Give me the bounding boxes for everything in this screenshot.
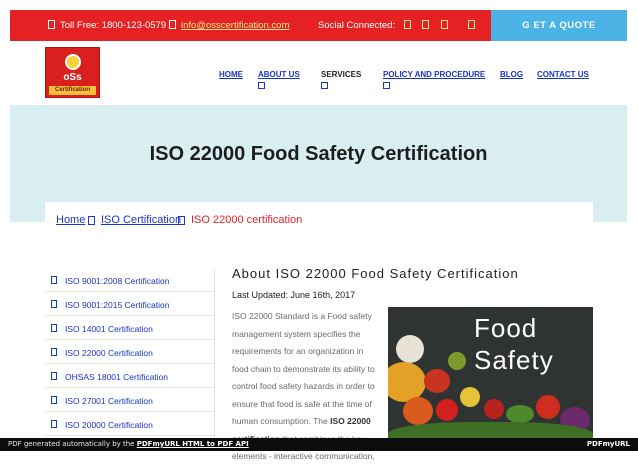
breadcrumb-separator-icon xyxy=(178,216,185,225)
last-updated: Last Updated: June 16th, 2017 xyxy=(232,290,356,300)
sidebar-item[interactable]: ISO 14001 Certification xyxy=(45,316,215,340)
image-word-safety: Safety xyxy=(474,345,554,375)
paragraph-line: management system specifies the xyxy=(232,328,361,339)
nav-blog[interactable]: BLOG xyxy=(500,70,523,79)
page-title: ISO 22000 Food Safety Certification xyxy=(149,143,488,165)
lemon-icon xyxy=(460,387,480,407)
food-safety-image: Food Safety xyxy=(388,307,593,442)
sidebar-item[interactable]: ISO 27001 Certification xyxy=(45,388,215,412)
paragraph-line: food chain to demonstrate its ability to xyxy=(232,363,375,374)
dropdown-icon xyxy=(258,82,265,89)
nav-home-label: HOME xyxy=(219,70,243,79)
logo-tagline: Certification xyxy=(49,86,96,95)
image-word-food: Food xyxy=(474,313,538,343)
paragraph-line: ensure that food is safe at the time of xyxy=(232,398,372,409)
sidebar-menu: ISO 9001:2008 Certification ISO 9001:201… xyxy=(45,268,215,438)
pepper-icon xyxy=(388,362,426,402)
social-label: Social Connected: xyxy=(318,20,396,31)
phone-icon xyxy=(48,20,55,29)
logo-name: oSs xyxy=(63,72,82,83)
breadcrumb-separator-icon xyxy=(88,216,95,225)
bullet-icon xyxy=(51,396,57,404)
sidebar-item[interactable]: ISO 22000 Certification xyxy=(45,340,215,364)
breadcrumb-home[interactable]: Home xyxy=(56,214,85,226)
main-content: About ISO 22000 Food Safety Certificatio… xyxy=(232,266,592,461)
nav-policy[interactable]: POLICY AND PROCEDURE xyxy=(383,70,485,89)
sidebar-item-label: ISO 20000 Certification xyxy=(65,420,153,430)
nav-services-label: SERVICES xyxy=(321,70,362,79)
breadcrumb-iso-certification[interactable]: ISO Certification xyxy=(101,214,181,226)
breadcrumb: Home ISO Certification ISO 22000 certifi… xyxy=(45,202,593,238)
paragraph-line: human consumption. The ISO 22000 xyxy=(232,413,382,431)
section-heading: About ISO 22000 Food Safety Certificatio… xyxy=(232,266,519,281)
footer-link[interactable]: PDFmyURL HTML to PDF API xyxy=(137,440,249,448)
sidebar-item-label: ISO 9001:2015 Certification xyxy=(65,300,170,310)
bullet-icon xyxy=(51,420,57,428)
nav-policy-label: POLICY AND PROCEDURE xyxy=(383,70,486,79)
google-plus-icon[interactable] xyxy=(441,20,448,29)
sidebar-item-label: ISO 9001:2008 Certification xyxy=(65,276,170,286)
bullet-icon xyxy=(51,300,57,308)
dropdown-icon xyxy=(321,82,328,89)
nav-contact-label: CONTACT US xyxy=(537,70,589,79)
bullet-icon xyxy=(51,372,57,380)
email-info[interactable]: info@osscertification.com xyxy=(169,20,289,31)
facebook-icon[interactable] xyxy=(404,20,411,29)
phone-text: Toll Free: 1800-123-0579 xyxy=(60,20,167,31)
tomato-icon xyxy=(436,399,458,421)
nav-home[interactable]: HOME xyxy=(219,70,243,79)
leaf-icon xyxy=(506,405,534,423)
twitter-icon[interactable] xyxy=(422,20,429,29)
garlic-icon xyxy=(396,335,424,363)
sidebar-item[interactable]: ISO 9001:2008 Certification xyxy=(45,268,215,292)
sidebar-item-label: ISO 27001 Certification xyxy=(65,396,153,406)
dropdown-icon xyxy=(383,82,390,89)
top-bar: Toll Free: 1800-123-0579 info@osscertifi… xyxy=(10,10,627,41)
orange-icon xyxy=(403,397,433,425)
sidebar-item[interactable]: ISO 9001:2015 Certification xyxy=(45,292,215,316)
get-a-quote-button[interactable]: G ET A QUOTE xyxy=(491,10,627,41)
site-logo[interactable]: oSs Certification xyxy=(45,47,100,98)
breadcrumb-current: ISO 22000 certification xyxy=(191,214,303,226)
nav-about-us[interactable]: ABOUT US xyxy=(258,70,300,89)
nav-services[interactable]: SERVICES xyxy=(321,70,361,89)
tomato-icon xyxy=(424,369,450,393)
sidebar-item-label: ISO 14001 Certification xyxy=(65,324,153,334)
paragraph-line: ISO 22000 Standard is a Food safety xyxy=(232,311,372,321)
site-header: oSs Certification HOME ABOUT US SERVICES… xyxy=(10,41,627,105)
paragraph-line: requirements for an organization in xyxy=(232,346,364,356)
footer-brand: PDFmyURL xyxy=(586,440,630,448)
paragraph-strong: ISO 22000 xyxy=(330,416,371,426)
nav-blog-label: BLOG xyxy=(500,70,524,79)
sidebar-item[interactable]: ISO 20000 Certification xyxy=(45,412,215,436)
herb-icon xyxy=(448,352,466,370)
bullet-icon xyxy=(51,276,57,284)
nav-about-label: ABOUT US xyxy=(258,70,300,79)
envelope-icon xyxy=(169,20,176,29)
pepper-icon xyxy=(536,395,560,419)
nav-contact-us[interactable]: CONTACT US xyxy=(537,70,589,79)
email-link[interactable]: info@osscertification.com xyxy=(181,20,289,31)
linkedin-icon[interactable] xyxy=(468,20,475,29)
bullet-icon xyxy=(51,348,57,356)
sidebar-item[interactable]: OHSAS 18001 Certification xyxy=(45,364,215,388)
pdf-footer: PDF generated automatically by the PDFmy… xyxy=(0,438,638,451)
bullet-icon xyxy=(51,324,57,332)
paragraph-text: human consumption. The xyxy=(232,416,328,426)
footer-prefix: PDF generated automatically by the xyxy=(8,440,135,448)
paragraph-line: control food safety hazards in order to xyxy=(232,381,375,391)
phone-info: Toll Free: 1800-123-0579 xyxy=(48,20,166,31)
sidebar-item-label: ISO 22000 Certification xyxy=(65,348,153,358)
radish-icon xyxy=(484,399,504,419)
logo-emblem-icon xyxy=(65,54,81,70)
sidebar-item-label: OHSAS 18001 Certification xyxy=(65,372,168,382)
